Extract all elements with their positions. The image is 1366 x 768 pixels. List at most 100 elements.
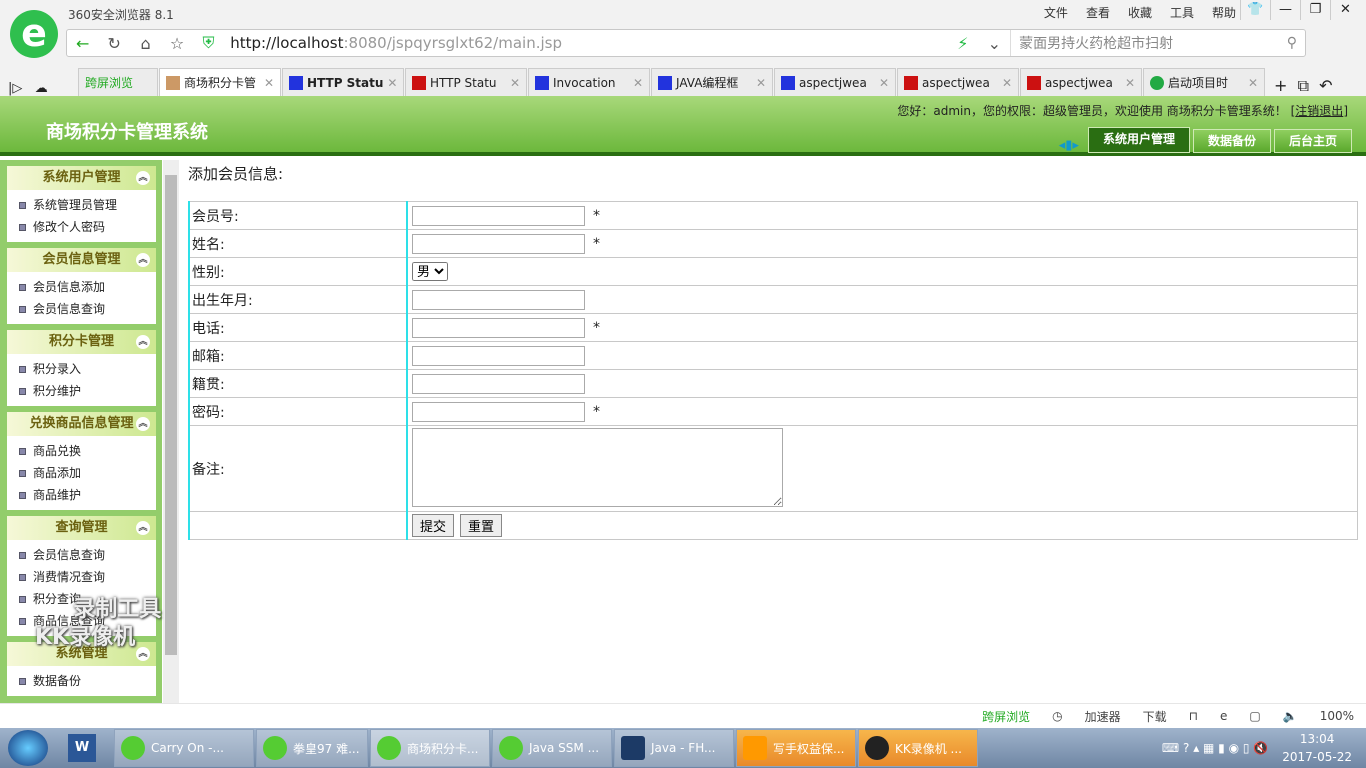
panel-header[interactable]: 会员信息管理 ︽ bbox=[7, 248, 156, 272]
name-input[interactable] bbox=[412, 233, 585, 254]
tab-item[interactable]: aspectjwea ✕ bbox=[897, 68, 1019, 96]
sidebar-item[interactable]: 会员信息查询 bbox=[7, 298, 156, 320]
close-button[interactable]: ✕ bbox=[1330, 0, 1360, 20]
sidebar-toggle-icon[interactable]: |▷ ☁ bbox=[8, 81, 78, 96]
menu-file[interactable]: 文件 bbox=[1044, 4, 1068, 21]
taskbar-item[interactable]: Java - FH... bbox=[614, 729, 734, 767]
collapse-icon[interactable]: ︽ bbox=[136, 253, 150, 267]
birth-input[interactable] bbox=[412, 289, 585, 310]
close-tab-icon[interactable]: ✕ bbox=[1002, 76, 1012, 90]
taskbar-item[interactable]: Carry On -... bbox=[114, 729, 254, 767]
search-icon[interactable]: ⚲ bbox=[1287, 35, 1297, 51]
history-icon[interactable]: ◷ bbox=[1052, 709, 1062, 723]
new-tab-icon[interactable]: + ⧉ ↶ bbox=[1274, 76, 1333, 96]
crossscreen-button[interactable]: 跨屏浏览 bbox=[982, 708, 1030, 725]
sidebar-item[interactable]: 消费情况查询 bbox=[7, 566, 156, 588]
member-no-input[interactable] bbox=[412, 205, 585, 226]
skin-icon[interactable]: 👕 bbox=[1240, 0, 1270, 20]
menu-help[interactable]: 帮助 bbox=[1212, 4, 1236, 21]
taskbar-item[interactable]: 写手权益保... bbox=[736, 729, 856, 767]
logout-link[interactable]: 注销退出 bbox=[1295, 104, 1343, 118]
remark-textarea[interactable] bbox=[412, 428, 783, 507]
nav-admin-home[interactable]: 后台主页 bbox=[1273, 129, 1352, 153]
tab-item[interactable]: JAVA编程框 ✕ bbox=[651, 68, 773, 96]
minimize-button[interactable]: — bbox=[1270, 0, 1300, 20]
sidebar-item[interactable]: 数据备份 bbox=[7, 670, 156, 692]
sidebar-item[interactable]: 商品添加 bbox=[7, 462, 156, 484]
tab-item[interactable]: aspectjwea ✕ bbox=[774, 68, 896, 96]
gender-select[interactable]: 男 bbox=[412, 262, 448, 281]
menu-view[interactable]: 查看 bbox=[1086, 4, 1110, 21]
tab-mall[interactable]: 商场积分卡管 ✕ bbox=[159, 68, 281, 96]
collapse-icon[interactable]: ︽ bbox=[136, 417, 150, 431]
window-icon[interactable]: ▢ bbox=[1249, 709, 1260, 723]
download-button[interactable]: 下载 bbox=[1143, 708, 1167, 725]
sidebar-item[interactable]: 商品维护 bbox=[7, 484, 156, 506]
sidebar-item[interactable]: 系统管理员管理 bbox=[7, 194, 156, 216]
chevron-down-icon[interactable]: ⌄ bbox=[979, 34, 1010, 53]
close-tab-icon[interactable]: ✕ bbox=[1248, 76, 1258, 90]
menu-tools[interactable]: 工具 bbox=[1170, 4, 1194, 21]
screenshot-icon[interactable]: ⊓ bbox=[1189, 709, 1198, 723]
hometown-input[interactable] bbox=[412, 373, 585, 394]
url-input[interactable]: http://localhost:8080/jspqyrsglxt62/main… bbox=[230, 34, 947, 52]
submit-button[interactable]: 提交 bbox=[412, 514, 455, 537]
tab-crossscreen[interactable]: 跨屏浏览 bbox=[78, 68, 158, 96]
tab-item[interactable]: HTTP Statu ✕ bbox=[405, 68, 527, 96]
panel-header[interactable]: 查询管理 ︽ bbox=[7, 516, 156, 540]
panel-header[interactable]: 系统用户管理 ︽ bbox=[7, 166, 156, 190]
star-icon[interactable]: ☆ bbox=[161, 34, 192, 53]
scrollbar-thumb[interactable] bbox=[165, 175, 177, 655]
maximize-button[interactable]: ❐ bbox=[1300, 0, 1330, 20]
sidebar-item[interactable]: 积分录入 bbox=[7, 358, 156, 380]
phone-input[interactable] bbox=[412, 317, 585, 338]
taskbar-item-active[interactable]: 商场积分卡... bbox=[370, 729, 490, 767]
tab-item[interactable]: 启动项目时 ✕ bbox=[1143, 68, 1265, 96]
label-phone: 电话: bbox=[188, 313, 408, 342]
clock[interactable]: 13:04 2017-05-22 bbox=[1282, 730, 1352, 766]
tab-item[interactable]: Invocation ✕ bbox=[528, 68, 650, 96]
ie-icon[interactable]: e bbox=[1220, 709, 1227, 723]
word-icon[interactable]: W bbox=[68, 734, 96, 762]
search-input[interactable]: 蒙面男持火药枪超市扫射 ⚲ bbox=[1010, 30, 1305, 56]
nav-data-backup[interactable]: 数据备份 bbox=[1192, 129, 1271, 153]
reset-button[interactable]: 重置 bbox=[460, 514, 503, 537]
taskbar-item[interactable]: Java SSM ... bbox=[492, 729, 612, 767]
sidebar-item[interactable]: 商品兑换 bbox=[7, 440, 156, 462]
zoom-level[interactable]: 100% bbox=[1320, 709, 1354, 723]
volume-icon[interactable]: 🔈 bbox=[1283, 709, 1298, 723]
collapse-icon[interactable]: ︽ bbox=[136, 171, 150, 185]
panel-header[interactable]: 积分卡管理 ︽ bbox=[7, 330, 156, 354]
nav-system-users[interactable]: 系统用户管理 bbox=[1087, 127, 1190, 153]
start-button[interactable] bbox=[8, 730, 48, 766]
tab-item[interactable]: HTTP Statu ✕ bbox=[282, 68, 404, 96]
email-input[interactable] bbox=[412, 345, 585, 366]
close-tab-icon[interactable]: ✕ bbox=[879, 76, 889, 90]
taskbar-item[interactable]: 拳皇97 难... bbox=[256, 729, 368, 767]
tray-icons[interactable]: ⌨ ? ▴ ▦ ▮ ◉ ▯ 🔇 bbox=[1162, 741, 1268, 755]
close-tab-icon[interactable]: ✕ bbox=[510, 76, 520, 90]
accelerator-button[interactable]: 加速器 bbox=[1085, 708, 1121, 725]
sidebar-item[interactable]: 会员信息查询 bbox=[7, 544, 156, 566]
menu-favorites[interactable]: 收藏 bbox=[1128, 4, 1152, 21]
nav-scroll-icon[interactable]: ◂▮▸ bbox=[1059, 138, 1079, 153]
close-tab-icon[interactable]: ✕ bbox=[387, 76, 397, 90]
collapse-icon[interactable]: ︽ bbox=[136, 521, 150, 535]
collapse-icon[interactable]: ︽ bbox=[136, 335, 150, 349]
tab-item[interactable]: aspectjwea ✕ bbox=[1020, 68, 1142, 96]
taskbar-item[interactable]: KK录像机 ... bbox=[858, 729, 978, 767]
sidebar-item[interactable]: 积分维护 bbox=[7, 380, 156, 402]
back-icon[interactable]: ← bbox=[67, 34, 98, 53]
sidebar-item[interactable]: 修改个人密码 bbox=[7, 216, 156, 238]
close-tab-icon[interactable]: ✕ bbox=[264, 76, 274, 90]
speed-icon[interactable]: ⚡ bbox=[947, 34, 978, 53]
home-icon[interactable]: ⌂ bbox=[130, 34, 161, 53]
close-tab-icon[interactable]: ✕ bbox=[633, 76, 643, 90]
refresh-icon[interactable]: ↻ bbox=[98, 34, 129, 53]
close-tab-icon[interactable]: ✕ bbox=[1125, 76, 1135, 90]
panel-header[interactable]: 兑换商品信息管理 ︽ bbox=[7, 412, 156, 436]
sidebar-panel: 会员信息管理 ︽ 会员信息添加 会员信息查询 bbox=[7, 248, 156, 324]
close-tab-icon[interactable]: ✕ bbox=[756, 76, 766, 90]
sidebar-item[interactable]: 会员信息添加 bbox=[7, 276, 156, 298]
password-input[interactable] bbox=[412, 401, 585, 422]
